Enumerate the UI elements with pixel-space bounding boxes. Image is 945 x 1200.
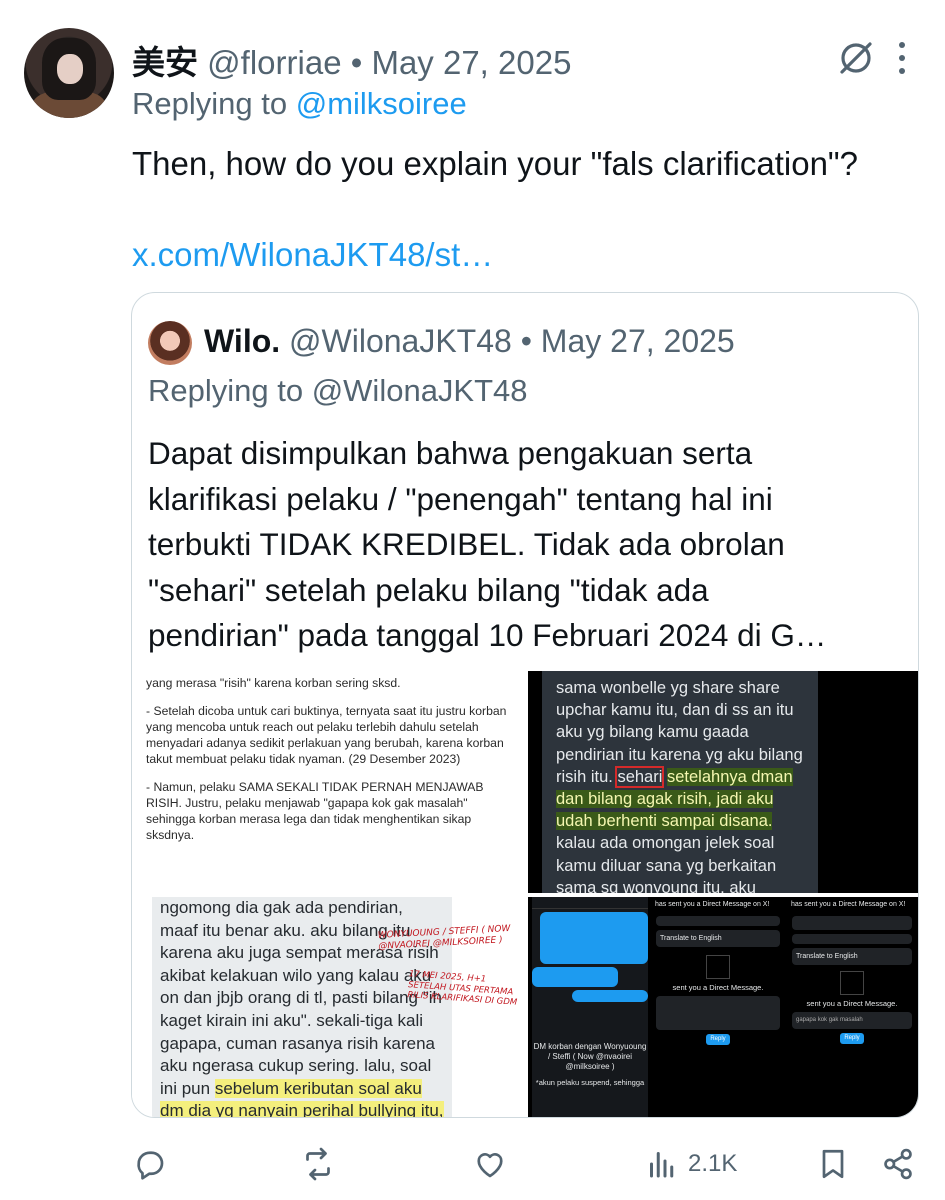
media-image-document[interactable]: yang merasa "risih" karena korban sering… (132, 671, 524, 893)
reply-button[interactable]: Reply (840, 1033, 864, 1044)
avatar-face (57, 54, 83, 84)
dm-avatar (706, 955, 730, 979)
share-action[interactable] (880, 1140, 916, 1188)
boxed-word: sehari (615, 765, 665, 788)
dm-message-preview (656, 996, 780, 1030)
reply-button[interactable]: Reply (706, 1034, 730, 1045)
dm-caption-note: *akun pelaku suspend, sehingga (535, 1078, 645, 1087)
replying-prefix: Replying to (132, 86, 296, 121)
quoted-display-name[interactable]: Wilo. (204, 323, 280, 359)
dark-chat-bubble: sama wonbelle yg share share upchar kamu… (542, 671, 818, 893)
views-action[interactable]: 2.1K (644, 1140, 737, 1188)
media-image-dark-chat[interactable]: sama wonbelle yg share share upchar kamu… (528, 671, 918, 893)
like-action[interactable] (472, 1140, 508, 1188)
more-options-icon[interactable] (895, 40, 909, 76)
replying-to-mention[interactable]: @milksoiree (296, 86, 467, 121)
bookmark-icon (822, 1149, 844, 1179)
quoted-text-line: klarifikasi pelaku / "penengah" tentang … (148, 480, 773, 517)
reply-icon (137, 1151, 164, 1180)
replying-to-line: Replying to @milksoiree (132, 86, 467, 122)
tweet-link[interactable]: x.com/WilonaJKT48/st… (132, 236, 493, 274)
quoted-text-line: pendirian" pada tanggal 10 Februari 2024… (148, 617, 827, 653)
display-name[interactable]: 美安 (132, 44, 198, 81)
tweet-text: Then, how do you explain your "fals clar… (132, 145, 858, 182)
media-grid: yang merasa "risih" karena korban sering… (132, 671, 918, 1117)
quoted-header: Wilo. @WilonaJKT48 • May 27, 2025 (204, 323, 735, 360)
heart-icon (477, 1153, 503, 1178)
quoted-date[interactable]: May 27, 2025 (541, 323, 735, 359)
dm-sent-text: sent you a Direct Message. (806, 999, 898, 1008)
dm-email-header: has sent you a Direct Message on X! (791, 901, 906, 908)
quoted-text: Dapat disimpulkan bahwa pengakuan serta … (148, 431, 908, 659)
quoted-handle[interactable]: @WilonaJKT48 (289, 323, 512, 359)
tweet-date[interactable]: May 27, 2025 (371, 44, 571, 81)
dm-column: DM korban dengan Wonyuoung / Steffi ( No… (532, 897, 648, 1117)
bookmark-action[interactable] (815, 1140, 851, 1188)
media-image-dm-screens[interactable]: DM korban dengan Wonyuoung / Steffi ( No… (528, 897, 918, 1117)
translate-bar[interactable]: Translate to English (656, 930, 780, 947)
separator-dot: • (350, 44, 363, 81)
quoted-text-line: Dapat disimpulkan bahwa pengakuan serta (148, 435, 753, 471)
repost-action[interactable] (300, 1140, 336, 1188)
translate-bar[interactable]: Translate to English (792, 948, 912, 965)
dm-reply-preview: gapapa kok gak masalah (792, 1012, 912, 1029)
avatar[interactable] (24, 28, 114, 118)
action-bar: 2.1K (0, 1140, 945, 1190)
dm-bubble (540, 912, 648, 964)
quoted-text-line: "sehari" setelah pelaku bilang "tidak ad… (148, 571, 709, 608)
dm-row (656, 916, 780, 926)
dm-row (792, 916, 912, 930)
media-image-light-chat[interactable]: ngomong dia gak ada pendirian, maaf itu … (132, 897, 524, 1117)
dm-caption: DM korban dengan Wonyuoung / Steffi ( No… (533, 1042, 647, 1071)
dm-row (792, 934, 912, 944)
dark-chat-text-after: kalau ada omongan jelek soal kamu diluar… (556, 834, 777, 893)
dm-bubble (572, 990, 648, 1002)
repost-icon (306, 1147, 330, 1181)
dm-bubble (532, 967, 618, 987)
user-handle[interactable]: @florriae (207, 44, 341, 81)
grok-icon[interactable] (836, 38, 876, 78)
quoted-tweet[interactable]: Wilo. @WilonaJKT48 • May 27, 2025 Replyi… (131, 292, 919, 1118)
dm-email-b: has sent you a Direct Message on X! Tran… (788, 897, 916, 1117)
doc-paragraph: - Setelah dicoba untuk cari buktinya, te… (146, 704, 507, 766)
dm-topbar (532, 897, 648, 909)
quoted-separator: • (520, 323, 532, 359)
dm-email-a: has sent you a Direct Message on X! Tran… (652, 897, 784, 1117)
reply-action[interactable] (132, 1140, 168, 1188)
dm-email-header: has sent you a Direct Message on X! (655, 901, 770, 908)
quoted-replying-to: Replying to @WilonaJKT48 (148, 373, 528, 408)
dm-avatar (840, 971, 864, 995)
tweet-header: 美安 @florriae • May 27, 2025 (132, 36, 571, 84)
views-icon (650, 1152, 674, 1178)
quoted-text-line: terbukti TIDAK KREDIBEL. Tidak ada obrol… (148, 526, 785, 562)
doc-paragraph: yang merasa "risih" karena korban sering… (146, 676, 401, 690)
views-count: 2.1K (688, 1150, 738, 1177)
share-icon (884, 1148, 912, 1180)
quoted-avatar[interactable] (148, 321, 192, 365)
dm-sent-text: sent you a Direct Message. (672, 983, 764, 992)
light-chat-text: ngomong dia gak ada pendirian, maaf itu … (160, 898, 443, 1098)
doc-paragraph: - Namun, pelaku SAMA SEKALI TIDAK PERNAH… (146, 780, 484, 842)
